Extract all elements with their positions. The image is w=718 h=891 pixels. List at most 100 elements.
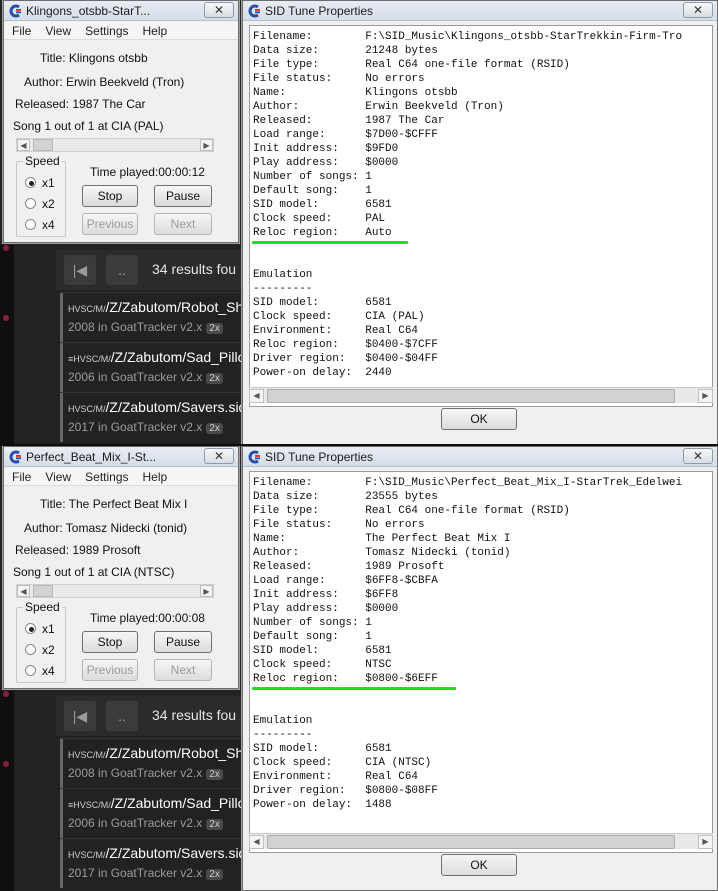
scroll-right-icon[interactable]: ▶ <box>698 835 713 849</box>
speed-x1-radio[interactable]: x1 <box>25 176 55 190</box>
time-played: Time played:00:00:12 <box>90 165 205 179</box>
properties-text-area[interactable]: Filename: F:\SID_Music\Klingons_otsbb-St… <box>249 25 713 407</box>
scroll-left-icon[interactable]: ◀ <box>249 389 264 403</box>
property-line: Default song: 1 <box>253 185 372 197</box>
close-button[interactable]: ✕ <box>204 2 234 18</box>
scroll-right-icon[interactable]: ▶ <box>200 585 213 597</box>
radio-icon <box>25 665 36 676</box>
menu-help[interactable]: Help <box>143 468 168 486</box>
first-page-button[interactable]: |◀ <box>64 701 96 731</box>
properties-scrollbar[interactable]: ◀ ▶ <box>249 833 713 849</box>
radio-icon <box>25 219 36 230</box>
scroll-thumb[interactable] <box>33 585 53 597</box>
close-button[interactable]: ✕ <box>204 448 234 464</box>
song-scrollbar[interactable]: ◀ ▶ <box>16 584 214 598</box>
player-titlebar[interactable]: Klingons_otsbb-StarT... ✕ <box>4 1 238 21</box>
next-button[interactable]: Next <box>154 659 212 681</box>
property-line: Driver region: $0800-$08FF <box>253 785 438 797</box>
pause-button[interactable]: Pause <box>154 631 212 653</box>
first-page-button[interactable]: |◀ <box>64 255 96 285</box>
stop-button[interactable]: Stop <box>82 185 138 207</box>
list-item[interactable]: ≡HVSC/M//Z/Zabutom/Sad_Pillow_C 2006 in … <box>60 342 273 392</box>
row-badge: 2x <box>206 423 223 434</box>
menu-view[interactable]: View <box>45 22 71 40</box>
property-line: Clock speed: NTSC <box>253 659 392 671</box>
parent-folder-button[interactable]: .. <box>106 701 138 731</box>
property-line: File type: Real C64 one-file format (RSI… <box>253 505 570 517</box>
property-line: Emulation <box>253 269 313 281</box>
scroll-right-icon[interactable]: ▶ <box>698 389 713 403</box>
property-line: Default song: 1 <box>253 631 372 643</box>
list-item[interactable]: HVSC/M//Z/Zabutom/Robot_Sharks 2008 in G… <box>60 292 270 342</box>
results-list: HVSC/M//Z/Zabutom/Robot_Sharks 2008 in G… <box>60 738 273 888</box>
ok-button[interactable]: OK <box>441 408 517 430</box>
properties-text-area[interactable]: Filename: F:\SID_Music\Perfect_Beat_Mix_… <box>249 471 713 853</box>
speed-x1-radio[interactable]: x1 <box>25 622 55 636</box>
property-line: Filename: F:\SID_Music\Klingons_otsbb-St… <box>253 31 683 43</box>
row-path-prefix: ≡HVSC/M/ <box>68 354 111 364</box>
speed-x2-radio[interactable]: x2 <box>25 197 55 211</box>
scroll-left-icon[interactable]: ◀ <box>17 585 30 597</box>
background-left-strip <box>0 245 14 445</box>
menu-view[interactable]: View <box>45 468 71 486</box>
next-button[interactable]: Next <box>154 213 212 235</box>
scroll-left-icon[interactable]: ◀ <box>17 139 30 151</box>
app-logo-icon <box>248 4 260 18</box>
ok-button[interactable]: OK <box>441 854 517 876</box>
results-count: 34 results fou <box>152 707 237 723</box>
list-item[interactable]: HVSC/M//Z/Zabutom/Savers.sid 2017 in Goa… <box>60 838 246 888</box>
row-meta: 2008 in GoatTracker v2.x <box>68 766 203 780</box>
pause-button[interactable]: Pause <box>154 185 212 207</box>
scroll-thumb[interactable] <box>33 139 53 151</box>
scroll-thumb[interactable] <box>267 389 675 403</box>
menu-file[interactable]: File <box>12 468 31 486</box>
speed-x4-radio[interactable]: x4 <box>25 218 55 232</box>
row-path-prefix: HVSC/M/ <box>68 750 106 760</box>
results-toolbar: |◀ .. 34 results fou <box>56 696 246 736</box>
property-line: Name: Klingons otsbb <box>253 87 458 99</box>
property-line: Power-on delay: 1488 <box>253 799 392 811</box>
menu-settings[interactable]: Settings <box>85 468 128 486</box>
player-window-title: Perfect_Beat_Mix_I-St... <box>26 450 157 464</box>
previous-button[interactable]: Previous <box>82 213 138 235</box>
speed-x2-radio[interactable]: x2 <box>25 643 55 657</box>
list-item[interactable]: HVSC/M//Z/Zabutom/Robot_Sharks 2008 in G… <box>60 738 270 788</box>
results-toolbar: |◀ .. 34 results fou <box>56 250 246 290</box>
previous-button[interactable]: Previous <box>82 659 138 681</box>
stop-button[interactable]: Stop <box>82 631 138 653</box>
property-line: Power-on delay: 2440 <box>253 367 392 379</box>
property-line: Clock speed: CIA (PAL) <box>253 311 425 323</box>
properties-text: Filename: F:\SID_Music\Klingons_otsbb-St… <box>253 30 682 380</box>
property-line: Init address: $6FF8 <box>253 589 399 601</box>
properties-titlebar[interactable]: SID Tune Properties ✕ <box>243 1 717 21</box>
list-item[interactable]: ≡HVSC/M//Z/Zabutom/Sad_Pillow_C 2006 in … <box>60 788 273 838</box>
row-path-name: /Z/Zabutom/Savers.sid <box>105 399 247 415</box>
property-line: Number of songs: 1 <box>253 171 372 183</box>
scroll-left-icon[interactable]: ◀ <box>249 835 264 849</box>
parent-folder-button[interactable]: .. <box>106 255 138 285</box>
song-scrollbar[interactable]: ◀ ▶ <box>16 138 214 152</box>
marker-icon <box>3 691 9 697</box>
menu-settings[interactable]: Settings <box>85 22 128 40</box>
player-titlebar[interactable]: Perfect_Beat_Mix_I-St... ✕ <box>4 447 238 467</box>
property-line: --------- <box>253 283 313 295</box>
close-button[interactable]: ✕ <box>683 448 713 464</box>
property-line: Play address: $0000 <box>253 157 399 169</box>
close-button[interactable]: ✕ <box>683 2 713 18</box>
property-line: Emulation <box>253 715 313 727</box>
properties-scrollbar[interactable]: ◀ ▶ <box>249 387 713 403</box>
player-window: Perfect_Beat_Mix_I-St... ✕ File View Setti… <box>3 446 239 689</box>
scroll-thumb[interactable] <box>267 835 675 849</box>
list-item[interactable]: HVSC/M//Z/Zabutom/Savers.sid 2017 in Goa… <box>60 392 247 442</box>
row-marker <box>60 839 63 888</box>
speed-x4-radio[interactable]: x4 <box>25 664 55 678</box>
menu-help[interactable]: Help <box>143 22 168 40</box>
scroll-right-icon[interactable]: ▶ <box>200 139 213 151</box>
properties-titlebar[interactable]: SID Tune Properties ✕ <box>243 447 717 467</box>
menu-file[interactable]: File <box>12 22 31 40</box>
row-meta: 2017 in GoatTracker v2.x <box>68 420 203 434</box>
row-badge: 2x <box>206 869 223 880</box>
speed-x4-label: x4 <box>42 218 55 232</box>
row-badge: 2x <box>206 323 223 334</box>
app-logo-icon <box>9 4 21 18</box>
